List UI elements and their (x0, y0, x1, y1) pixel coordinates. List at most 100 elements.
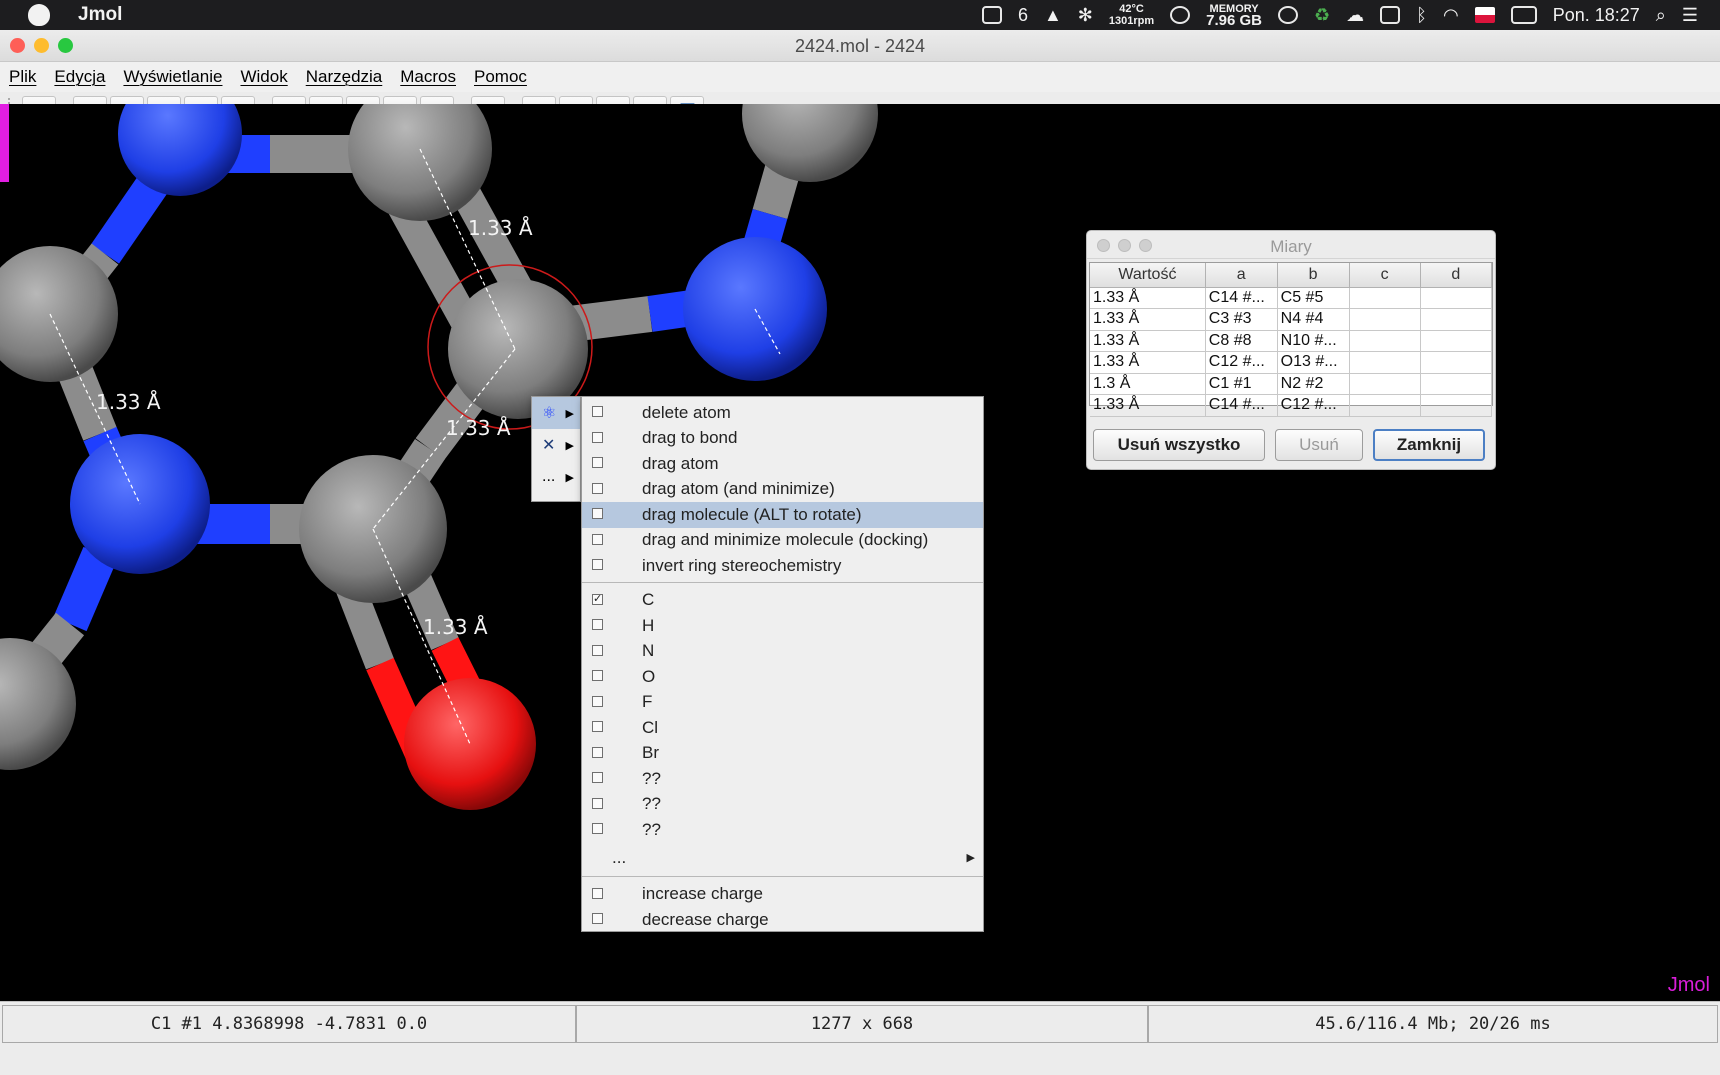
table-header-row: Wartość a b c d (1090, 263, 1493, 288)
viewer-size-status: 1277 x 668 (576, 1005, 1148, 1043)
notes-icon[interactable] (981, 6, 1002, 24)
menu-item-element-br[interactable]: Br (582, 741, 983, 767)
menu-item-more-elements[interactable]: ... ▶ (582, 843, 983, 873)
table-cell: C3 #3 (1205, 308, 1278, 331)
wifi-icon[interactable]: ◠ (1443, 5, 1459, 26)
fan-icon[interactable]: ✻ (1078, 5, 1093, 26)
column-header[interactable]: Wartość (1090, 263, 1206, 288)
rpm-value: 1301rpm (1108, 15, 1155, 27)
menu-plik[interactable]: Plik (9, 67, 36, 87)
close-button[interactable]: Zamknij (1373, 429, 1485, 461)
menu-macros[interactable]: Macros (400, 67, 456, 87)
checkbox (592, 619, 603, 630)
remove-button[interactable]: Usuń (1275, 429, 1363, 461)
cloud-icon[interactable]: ☁ (1346, 5, 1364, 26)
table-cell: 1.33 Å (1090, 308, 1206, 331)
modelkit-mode-menu: ⚛ ▶ ✕ ▶ ... ▶ (531, 396, 581, 502)
table-cell: C12 #... (1205, 351, 1278, 374)
menu-item-delete-atom[interactable]: delete atom (582, 400, 983, 426)
table-row[interactable]: 1.33 Å C3 #3 N4 #4 (1090, 308, 1493, 331)
measurements-dialog: Miary Wartość a b c d 1.33 Å C14 #... C5 #… (1086, 230, 1496, 470)
table-cell (1420, 373, 1493, 395)
menu-item-increase-charge[interactable]: increase charge (582, 882, 983, 908)
measurements-table[interactable]: Wartość a b c d 1.33 Å C14 #... C5 #5 1.33… (1089, 262, 1493, 417)
menu-item-invert-ring[interactable]: invert ring stereochemistry (582, 553, 983, 579)
menu-item-label: F (642, 692, 653, 712)
spotlight-search-icon[interactable]: ⌕ (1656, 5, 1666, 26)
checkbox (592, 533, 603, 545)
temperature-readout[interactable]: 42°C 1301rpm (1109, 3, 1154, 27)
status-tray: 6 ▲ ✻ 42°C 1301rpm MEMORY 7.96 GB ♻ ☁ ᛒ … (981, 0, 1720, 30)
recycle-icon[interactable]: ♻ (1314, 5, 1330, 26)
jmol-logo: Jmol (1667, 974, 1710, 996)
menu-item-decrease-charge[interactable]: decrease charge (582, 907, 983, 933)
apple-logo-icon[interactable] (28, 4, 50, 26)
menu-item-element-cl[interactable]: Cl (582, 715, 983, 741)
menu-item-label: delete atom (642, 402, 731, 422)
menu-item-element-h[interactable]: H (582, 613, 983, 639)
menu-item-element-n[interactable]: N (582, 639, 983, 665)
table-cell (1349, 308, 1421, 331)
dialog-titlebar[interactable]: Miary (1087, 231, 1495, 259)
menu-item-element-custom-3[interactable]: ?? (582, 817, 983, 843)
column-header[interactable]: b (1277, 263, 1350, 288)
menu-wyswietlanie[interactable]: Wyświetlanie (123, 67, 222, 87)
menu-item-drag-molecule[interactable]: drag molecule (ALT to rotate) (582, 502, 983, 528)
table-cell (1349, 351, 1421, 374)
creative-cloud-icon[interactable] (1170, 6, 1191, 24)
table-cell: C8 #8 (1205, 330, 1278, 352)
macos-menu-bar: Jmol 6 ▲ ✻ 42°C 1301rpm MEMORY 7.96 GB ♻… (0, 0, 1720, 30)
menu-item-drag-to-bond[interactable]: drag to bond (582, 426, 983, 452)
column-header[interactable]: a (1205, 263, 1278, 288)
checkbox (592, 746, 603, 758)
battery-icon[interactable] (1510, 6, 1537, 24)
app-menu-bar: Plik Edycja Wyświetlanie Widok Narzędzia… (0, 62, 1720, 92)
clock[interactable]: Pon. 18:27 (1553, 5, 1640, 26)
table-row[interactable]: 1.33 Å C14 #... C12 #... (1090, 394, 1493, 417)
checkbox (592, 695, 603, 707)
checkbox (592, 559, 603, 570)
vpn-icon[interactable] (1278, 6, 1299, 24)
table-row[interactable]: 1.33 Å C8 #8 N10 #... (1090, 330, 1493, 352)
drive-icon[interactable]: ▲ (1044, 5, 1062, 26)
menu-widok[interactable]: Widok (240, 67, 287, 87)
menu-narzedzia[interactable]: Narzędzia (306, 67, 383, 87)
table-cell (1420, 330, 1493, 352)
menu-item-element-custom-1[interactable]: ?? (582, 766, 983, 792)
bluetooth-icon[interactable]: ᛒ (1416, 5, 1427, 26)
language-flag-icon[interactable] (1474, 7, 1495, 23)
more-mode-item[interactable]: ... ▶ (532, 461, 580, 493)
menu-item-element-f[interactable]: F (582, 690, 983, 716)
column-header[interactable]: d (1420, 263, 1493, 288)
menu-item-drag-minimize-molecule[interactable]: drag and minimize molecule (docking) (582, 528, 983, 554)
menu-pomoc[interactable]: Pomoc (474, 67, 527, 87)
menu-item-element-o[interactable]: O (582, 664, 983, 690)
column-header[interactable]: c (1349, 263, 1421, 288)
table-row[interactable]: 1.33 Å C12 #... O13 #... (1090, 351, 1493, 374)
menu-item-drag-atom[interactable]: drag atom (582, 451, 983, 477)
table-row[interactable]: 1.33 Å C14 #... C5 #5 (1090, 287, 1493, 309)
more-mode-label: ... (542, 468, 556, 485)
bond-mode-item[interactable]: ✕ ▶ (532, 429, 580, 461)
table-row[interactable]: 1.3 Å C1 #1 N2 #2 (1090, 373, 1493, 395)
menu-edycja[interactable]: Edycja (54, 67, 105, 87)
checkbox (592, 797, 603, 809)
remove-all-button[interactable]: Usuń wszystko (1093, 429, 1265, 461)
keyboard-icon[interactable] (1380, 6, 1401, 24)
atom-mode-icon: ⚛ (542, 405, 557, 422)
window-title: 2424.mol - 2424 (794, 36, 926, 56)
window-titlebar: 2424.mol - 2424 (0, 30, 1720, 62)
measurement-label: 1.33 Å (423, 615, 488, 639)
atom-mode-item[interactable]: ⚛ ▶ (532, 397, 580, 429)
app-name-menu[interactable]: Jmol (78, 4, 122, 26)
menu-item-element-c[interactable]: ✓ C (582, 588, 983, 614)
menu-item-element-custom-2[interactable]: ?? (582, 792, 983, 818)
menu-item-label: O (642, 666, 656, 686)
table-cell (1420, 308, 1493, 331)
menu-item-drag-atom-minimize[interactable]: drag atom (and minimize) (582, 477, 983, 503)
memory-readout[interactable]: MEMORY 7.96 GB (1206, 3, 1262, 28)
notification-center-icon[interactable]: ☰ (1682, 5, 1698, 26)
table-cell: C5 #5 (1277, 287, 1350, 309)
menu-item-label: ?? (642, 768, 661, 788)
menu-item-label: ... (612, 847, 627, 867)
